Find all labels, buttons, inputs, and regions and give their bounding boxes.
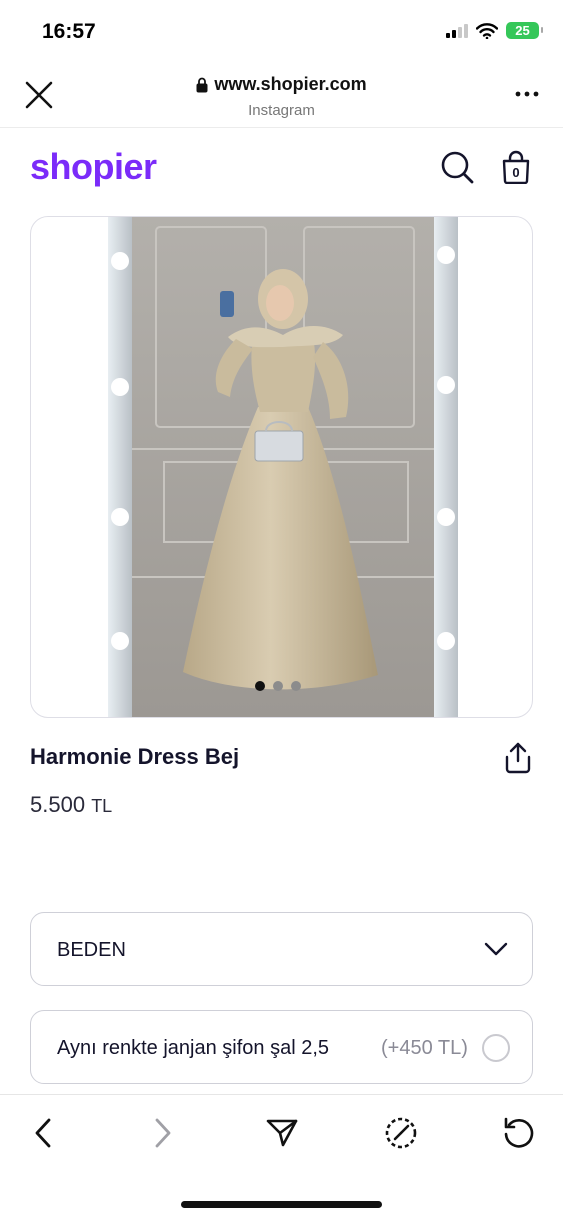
site-header: shopier 0 [0,128,563,208]
url-area[interactable]: www.shopier.com Instagram [0,74,563,119]
search-icon[interactable] [440,150,474,184]
browser-bar: www.shopier.com Instagram [0,66,563,128]
chevron-down-icon [484,942,508,956]
url-subtitle: Instagram [248,101,315,119]
url-row: www.shopier.com [196,74,367,95]
status-icons: 25 [446,22,543,39]
status-time: 16:57 [42,20,96,43]
more-icon[interactable] [515,90,539,98]
carousel-dot[interactable] [291,681,301,691]
speed-button[interactable] [381,1113,421,1153]
reload-icon [504,1117,534,1148]
price-currency: TL [91,796,113,816]
product-photo[interactable] [108,217,458,718]
option-radio[interactable] [482,1034,510,1062]
send-button[interactable] [262,1113,302,1153]
url-text: www.shopier.com [214,74,367,94]
svg-text:0: 0 [512,165,519,180]
image-carousel-dots [255,681,301,691]
lock-icon [196,77,208,92]
size-select-label: BEDEN [57,939,126,961]
wifi-icon [476,22,498,39]
send-icon [266,1119,298,1147]
carousel-dot[interactable] [255,681,265,691]
browser-toolbar [0,1094,563,1218]
forward-button[interactable] [143,1113,183,1153]
bag-icon[interactable]: 0 [500,150,532,184]
option-label: Aynı renkte janjan şifon şal 2,5 [57,1037,330,1059]
reload-button[interactable] [499,1113,539,1153]
signal-icon [446,23,468,38]
product-price: 5.500 TL [30,792,112,818]
price-value: 5.500 [30,792,86,817]
option-shawl[interactable]: Aynı renkte janjan şifon şal 2,5 (+450 T… [30,1010,533,1084]
option-price: (+450 TL) [381,1037,468,1059]
status-bar: 16:57 25 [0,0,563,66]
battery-indicator: 25 [506,22,543,39]
size-select[interactable]: BEDEN [30,912,533,986]
back-button[interactable] [23,1113,63,1153]
home-indicator [181,1201,382,1208]
share-icon[interactable] [502,740,534,774]
back-icon [35,1118,51,1148]
product-image-card[interactable] [30,216,533,718]
speed-icon [385,1117,417,1149]
shopier-logo[interactable]: shopier [30,146,157,188]
forward-icon [155,1118,171,1148]
carousel-dot[interactable] [273,681,283,691]
product-title: Harmonie Dress Bej [30,744,240,769]
